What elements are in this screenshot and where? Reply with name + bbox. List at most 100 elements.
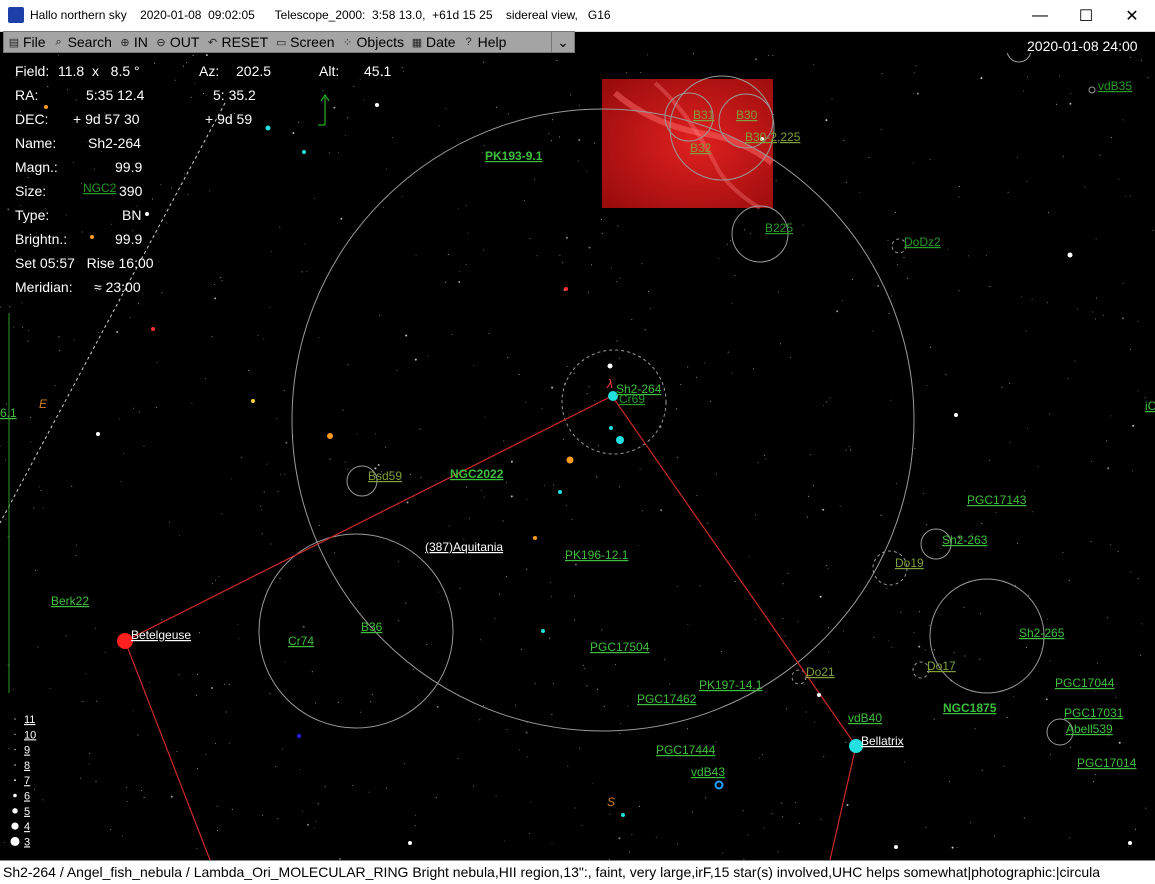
faint-star: [230, 478, 232, 480]
faint-star: [30, 441, 32, 443]
label-ngc1875[interactable]: NGC1875: [943, 701, 997, 715]
search-menu[interactable]: ⌕ Search: [49, 32, 115, 52]
sky-chart[interactable]: 11 10 9 8 7 6 5 4 3 PK193-9.1 B31 B30 B30-2,225 B32 B…: [0, 53, 1155, 860]
label-vdb43[interactable]: vdB43: [691, 765, 725, 779]
faint-star: [526, 756, 528, 758]
faint-star: [451, 333, 453, 335]
label-vdb40[interactable]: vdB40: [848, 711, 882, 725]
faint-star: [767, 55, 769, 56]
faint-star: [221, 513, 223, 515]
faint-star: [970, 822, 972, 824]
faint-star: [1048, 211, 1049, 213]
screen-menu[interactable]: ▭ Screen: [271, 32, 337, 52]
faint-star: [648, 290, 649, 292]
label-vdb35[interactable]: vdB35: [1098, 79, 1132, 93]
label-aquitania[interactable]: (387)Aquitania: [425, 540, 503, 554]
label-bellatrix[interactable]: Bellatrix: [861, 734, 904, 748]
faint-star: [1007, 191, 1009, 193]
toolbar-dropdown-button[interactable]: ⌄: [551, 32, 574, 52]
faint-star: [1115, 697, 1117, 699]
close-button[interactable]: ✕: [1109, 0, 1155, 31]
label-dodz2[interactable]: DoDz2: [904, 235, 941, 249]
faint-star: [307, 823, 310, 826]
label-pk193[interactable]: PK193-9.1: [485, 149, 543, 163]
label-ngc2022[interactable]: NGC2022: [450, 467, 504, 481]
label-pk196[interactable]: PK196-12.1: [565, 548, 629, 562]
calendar-icon: ▦: [411, 36, 423, 49]
faint-star: [543, 484, 545, 486]
maximize-button[interactable]: ☐: [1063, 0, 1109, 31]
faint-star: [586, 685, 588, 687]
label-abell539[interactable]: Abell539: [1066, 722, 1113, 736]
zoom-out-button[interactable]: ⊖ OUT: [151, 32, 203, 52]
faint-star: [790, 357, 792, 358]
label-b31[interactable]: B31: [693, 108, 715, 122]
faint-star: [600, 219, 602, 220]
label-berk22[interactable]: Berk22: [51, 594, 89, 608]
faint-star: [483, 145, 485, 147]
label-pk197[interactable]: PK197-14.1: [699, 678, 763, 692]
objects-menu[interactable]: ⁘ Objects: [338, 32, 407, 52]
label-sh2265[interactable]: Sh2-265: [1019, 626, 1065, 640]
label-do17[interactable]: Do17: [927, 659, 956, 673]
label-b32[interactable]: B32: [690, 141, 712, 155]
faint-star: [887, 239, 889, 241]
faint-star: [39, 486, 40, 488]
faint-star: [805, 711, 807, 713]
faint-star: [1049, 754, 1051, 756]
faint-star: [71, 485, 73, 487]
label-do19[interactable]: Do19: [895, 556, 924, 570]
faint-star: [995, 512, 997, 514]
faint-star: [695, 376, 697, 378]
faint-star: [639, 468, 641, 470]
mag-scale-label: 7: [24, 775, 30, 787]
faint-star: [211, 583, 213, 585]
label-b225[interactable]: B225: [765, 221, 793, 235]
label-edge61[interactable]: 6.1: [0, 406, 17, 420]
label-pgc17143[interactable]: PGC17143: [967, 493, 1027, 507]
help-menu[interactable]: ? Help: [459, 32, 510, 52]
faint-star: [143, 445, 145, 447]
faint-star: [626, 705, 628, 707]
faint-star: [574, 563, 577, 566]
faint-star: [913, 632, 915, 634]
label-bsd[interactable]: Bsd59: [368, 469, 402, 483]
label-cr69[interactable]: Cr69: [619, 392, 645, 406]
label-betelgeuse[interactable]: Betelgeuse: [131, 628, 191, 642]
faint-star: [850, 449, 851, 451]
faint-star: [823, 756, 825, 758]
label-b36[interactable]: B36: [361, 620, 383, 634]
zoom-in-button[interactable]: ⊕ IN: [115, 32, 151, 52]
label-b30[interactable]: B30: [736, 108, 758, 122]
label-pgc17031[interactable]: PGC17031: [1064, 706, 1124, 720]
label-cr74[interactable]: Cr74: [288, 634, 314, 648]
date-menu[interactable]: ▦ Date: [407, 32, 459, 52]
faint-star: [337, 701, 339, 703]
faint-star: [140, 790, 142, 792]
faint-star: [582, 664, 584, 666]
label-b302[interactable]: B30-2,225: [745, 130, 801, 144]
faint-star: [284, 473, 286, 475]
label-edgec[interactable]: iC: [1145, 399, 1155, 413]
label-do21[interactable]: Do21: [806, 665, 835, 679]
label-pgc17444[interactable]: PGC17444: [656, 743, 716, 757]
faint-star: [457, 208, 459, 210]
reset-button[interactable]: ↶ RESET: [202, 32, 271, 52]
label-pgc17014[interactable]: PGC17014: [1077, 756, 1137, 770]
label-sh2263[interactable]: Sh2-263: [942, 533, 988, 547]
faint-star: [754, 618, 756, 620]
faint-star: [121, 835, 123, 837]
file-menu[interactable]: ▤ File: [4, 32, 49, 52]
label-pgc17504[interactable]: PGC17504: [590, 640, 650, 654]
faint-star: [334, 552, 336, 554]
faint-star: [619, 277, 621, 279]
mag-scale-label: 3: [24, 836, 30, 848]
faint-star: [1107, 467, 1110, 470]
faint-star: [586, 170, 588, 172]
label-pgc17044[interactable]: PGC17044: [1055, 676, 1115, 690]
faint-star: [137, 734, 139, 736]
faint-star: [1027, 427, 1028, 429]
faint-star: [211, 336, 213, 338]
minimize-button[interactable]: —: [1017, 0, 1063, 31]
label-pgc17462[interactable]: PGC17462: [637, 692, 697, 706]
